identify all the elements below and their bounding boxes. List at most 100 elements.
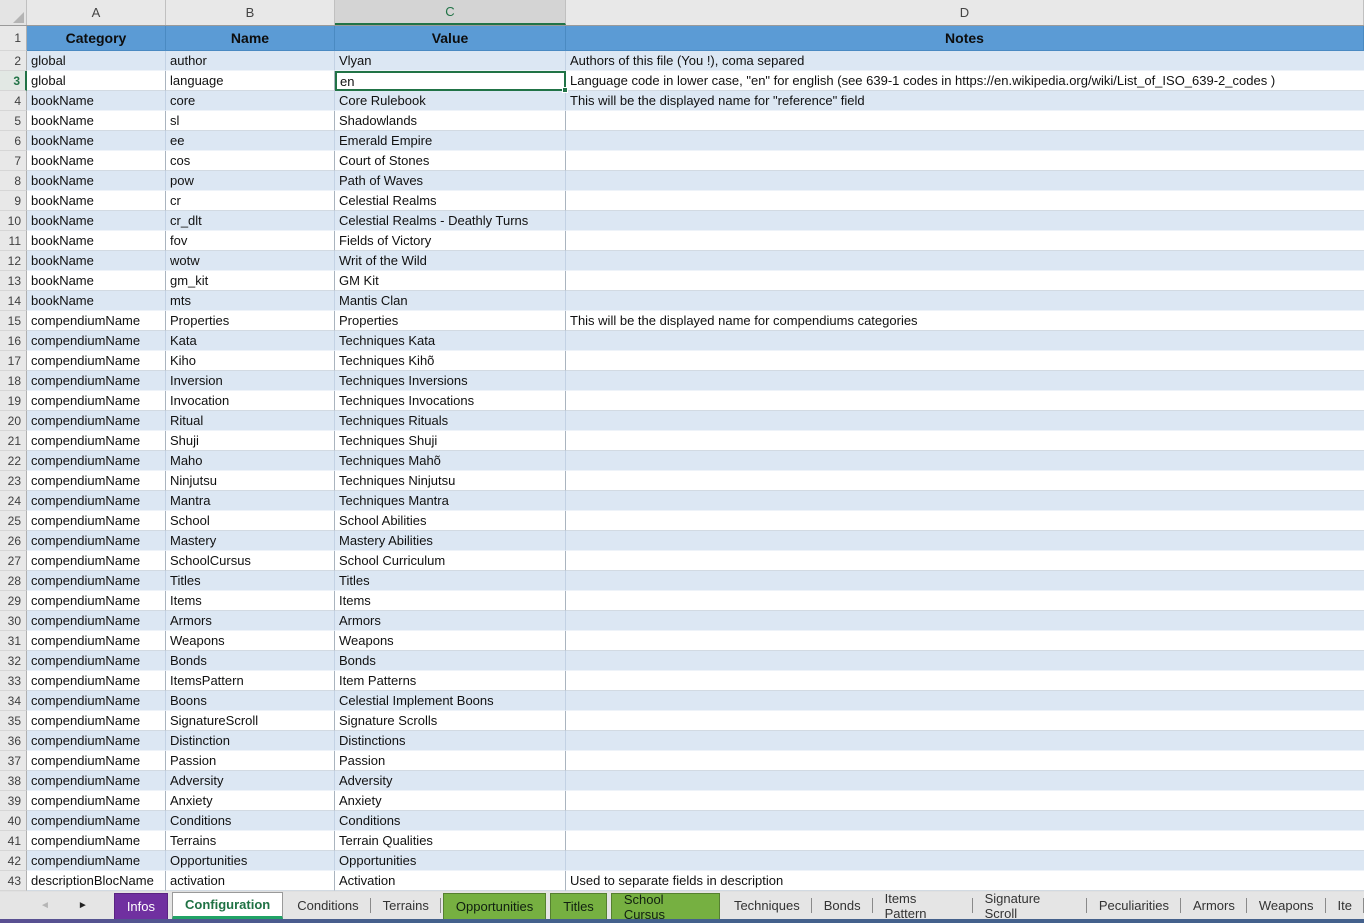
cell-d34[interactable] <box>566 691 1364 711</box>
cell-c21[interactable]: Techniques Shuji <box>335 431 566 451</box>
cell-a28[interactable]: compendiumName <box>27 571 166 591</box>
cell-a10[interactable]: bookName <box>27 211 166 231</box>
cell-b37[interactable]: Passion <box>166 751 335 771</box>
row-header[interactable]: 7 <box>0 151 27 171</box>
cell-c7[interactable]: Court of Stones <box>335 151 566 171</box>
row-header[interactable]: 6 <box>0 131 27 151</box>
cell-b22[interactable]: Maho <box>166 451 335 471</box>
row-header[interactable]: 33 <box>0 671 27 691</box>
cell-d22[interactable] <box>566 451 1364 471</box>
row-header[interactable]: 21 <box>0 431 27 451</box>
cell-c43[interactable]: Activation <box>335 871 566 891</box>
cell-c36[interactable]: Distinctions <box>335 731 566 751</box>
cell-c30[interactable]: Armors <box>335 611 566 631</box>
cell-a4[interactable]: bookName <box>27 91 166 111</box>
cell-c27[interactable]: School Curriculum <box>335 551 566 571</box>
row-header[interactable]: 36 <box>0 731 27 751</box>
cell-c31[interactable]: Weapons <box>335 631 566 651</box>
cell-b41[interactable]: Terrains <box>166 831 335 851</box>
cell-a16[interactable]: compendiumName <box>27 331 166 351</box>
prev-sheet-icon[interactable]: ◄ <box>40 901 50 911</box>
cell-d14[interactable] <box>566 291 1364 311</box>
sheet-tab-conditions[interactable]: Conditions <box>285 892 370 919</box>
row-header[interactable]: 42 <box>0 851 27 871</box>
sheet-tab-opportunities[interactable]: Opportunities <box>443 893 546 919</box>
row-header[interactable]: 26 <box>0 531 27 551</box>
cell-c41[interactable]: Terrain Qualities <box>335 831 566 851</box>
cell-c14[interactable]: Mantis Clan <box>335 291 566 311</box>
cell-c4[interactable]: Core Rulebook <box>335 91 566 111</box>
cell-a27[interactable]: compendiumName <box>27 551 166 571</box>
cell-a6[interactable]: bookName <box>27 131 166 151</box>
cell-d41[interactable] <box>566 831 1364 851</box>
row-header[interactable]: 18 <box>0 371 27 391</box>
row-header[interactable]: 1 <box>0 26 27 51</box>
row-header[interactable]: 14 <box>0 291 27 311</box>
cell-b3[interactable]: language <box>166 71 335 91</box>
cell-b36[interactable]: Distinction <box>166 731 335 751</box>
cell-c34[interactable]: Celestial Implement Boons <box>335 691 566 711</box>
cell-d24[interactable] <box>566 491 1364 511</box>
column-header-b[interactable]: B <box>166 0 335 25</box>
cell-d10[interactable] <box>566 211 1364 231</box>
cell-d31[interactable] <box>566 631 1364 651</box>
cell-b38[interactable]: Adversity <box>166 771 335 791</box>
cell-d6[interactable] <box>566 131 1364 151</box>
cell-a12[interactable]: bookName <box>27 251 166 271</box>
cell-b27[interactable]: SchoolCursus <box>166 551 335 571</box>
row-header[interactable]: 23 <box>0 471 27 491</box>
cell-c39[interactable]: Anxiety <box>335 791 566 811</box>
cell-d20[interactable] <box>566 411 1364 431</box>
cell-d33[interactable] <box>566 671 1364 691</box>
cell-b21[interactable]: Shuji <box>166 431 335 451</box>
cell-d23[interactable] <box>566 471 1364 491</box>
sheet-tab-ite[interactable]: Ite <box>1326 892 1364 919</box>
row-header[interactable]: 12 <box>0 251 27 271</box>
cell-a7[interactable]: bookName <box>27 151 166 171</box>
cell-a36[interactable]: compendiumName <box>27 731 166 751</box>
cell-a43[interactable]: descriptionBlocName <box>27 871 166 891</box>
cell-b10[interactable]: cr_dlt <box>166 211 335 231</box>
next-sheet-icon[interactable]: ► <box>78 901 88 911</box>
cell-c38[interactable]: Adversity <box>335 771 566 791</box>
cell-a34[interactable]: compendiumName <box>27 691 166 711</box>
cell-d27[interactable] <box>566 551 1364 571</box>
cell-d36[interactable] <box>566 731 1364 751</box>
cell-a32[interactable]: compendiumName <box>27 651 166 671</box>
cell-c19[interactable]: Techniques Invocations <box>335 391 566 411</box>
cell-a31[interactable]: compendiumName <box>27 631 166 651</box>
row-header[interactable]: 38 <box>0 771 27 791</box>
cell-c40[interactable]: Conditions <box>335 811 566 831</box>
cell-d39[interactable] <box>566 791 1364 811</box>
cell-a3[interactable]: global <box>27 71 166 91</box>
cell-b12[interactable]: wotw <box>166 251 335 271</box>
cell-d32[interactable] <box>566 651 1364 671</box>
row-header[interactable]: 24 <box>0 491 27 511</box>
sheet-tab-peculiarities[interactable]: Peculiarities <box>1087 892 1181 919</box>
row-header[interactable]: 32 <box>0 651 27 671</box>
cell-b16[interactable]: Kata <box>166 331 335 351</box>
cell-b11[interactable]: fov <box>166 231 335 251</box>
cell-c9[interactable]: Celestial Realms <box>335 191 566 211</box>
cell-d19[interactable] <box>566 391 1364 411</box>
column-header-d[interactable]: D <box>566 0 1364 25</box>
cell-a25[interactable]: compendiumName <box>27 511 166 531</box>
cell-d5[interactable] <box>566 111 1364 131</box>
cell-b42[interactable]: Opportunities <box>166 851 335 871</box>
cell-a19[interactable]: compendiumName <box>27 391 166 411</box>
row-header[interactable]: 9 <box>0 191 27 211</box>
cell-b24[interactable]: Mantra <box>166 491 335 511</box>
cell-b29[interactable]: Items <box>166 591 335 611</box>
cell-a30[interactable]: compendiumName <box>27 611 166 631</box>
cell-d3[interactable]: Language code in lower case, "en" for en… <box>566 71 1364 91</box>
cell-b35[interactable]: SignatureScroll <box>166 711 335 731</box>
row-header[interactable]: 16 <box>0 331 27 351</box>
row-header[interactable]: 20 <box>0 411 27 431</box>
cell-d17[interactable] <box>566 351 1364 371</box>
cell-b17[interactable]: Kiho <box>166 351 335 371</box>
cell-d29[interactable] <box>566 591 1364 611</box>
cell-b34[interactable]: Boons <box>166 691 335 711</box>
row-header[interactable]: 11 <box>0 231 27 251</box>
cell-c15[interactable]: Properties <box>335 311 566 331</box>
sheet-tab-titles[interactable]: Titles <box>550 893 607 919</box>
